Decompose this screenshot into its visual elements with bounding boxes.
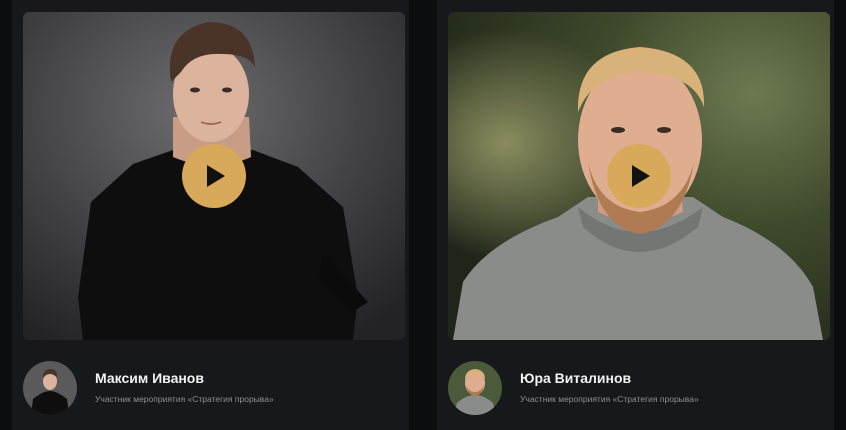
avatar [448,361,502,415]
play-icon [632,165,650,187]
avatar [23,361,77,415]
testimonials-row: Максим Иванов Участник мероприятия «Стра… [0,0,846,430]
testimonial-card-maksim: Максим Иванов Участник мероприятия «Стра… [12,0,409,430]
play-button[interactable] [607,144,671,208]
testimonial-card-yura: Юра Виталинов Участник мероприятия «Стра… [437,0,834,430]
avatar-photo [23,361,77,415]
video-thumbnail-maksim[interactable] [23,12,405,340]
avatar-photo [448,361,502,415]
play-button[interactable] [182,144,246,208]
video-thumbnail-yura[interactable] [448,12,830,340]
participant-subtitle: Участник мероприятия «Стратегия прорыва» [520,394,699,404]
participant-name: Максим Иванов [95,370,204,386]
participant-subtitle: Участник мероприятия «Стратегия прорыва» [95,394,274,404]
play-icon [207,165,225,187]
participant-name: Юра Виталинов [520,370,632,386]
